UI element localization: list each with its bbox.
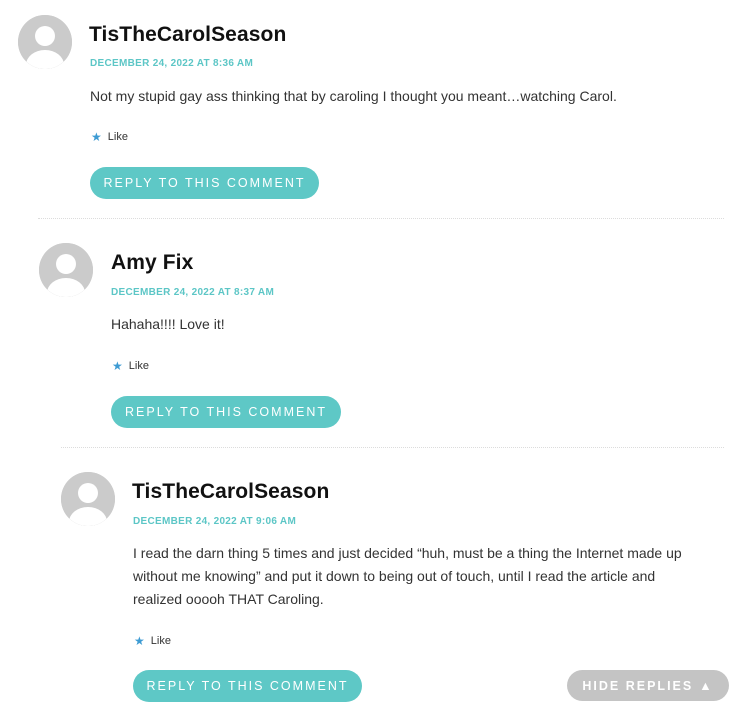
default-avatar-icon (39, 243, 93, 297)
comment-text-line: without me knowing” and put it down to b… (133, 568, 656, 584)
like-label: Like (107, 131, 128, 143)
comment-text: Hahaha!!!! Love it! (111, 316, 225, 332)
divider (38, 218, 724, 219)
divider (61, 447, 724, 448)
reply-button[interactable]: REPLY TO THIS COMMENT (90, 167, 319, 199)
reply-button[interactable]: REPLY TO THIS COMMENT (111, 396, 341, 428)
like-button[interactable]: ★ Like (91, 130, 128, 144)
hide-replies-label: HIDE REPLIES (582, 678, 694, 693)
like-label: Like (128, 360, 149, 372)
avatar[interactable] (39, 243, 93, 297)
star-icon: ★ (91, 130, 102, 144)
like-label: Like (150, 635, 171, 647)
hide-replies-button[interactable]: HIDE REPLIES ▲ (567, 670, 729, 701)
triangle-up-icon: ▲ (699, 678, 714, 693)
comment-text: Not my stupid gay ass thinking that by c… (90, 88, 617, 104)
star-icon: ★ (134, 634, 145, 648)
like-button[interactable]: ★ Like (134, 634, 171, 648)
avatar[interactable] (61, 472, 115, 526)
comment-date[interactable]: DECEMBER 24, 2022 AT 9:06 AM (133, 516, 296, 527)
reply-button[interactable]: REPLY TO THIS COMMENT (133, 670, 362, 702)
comment-author[interactable]: Amy Fix (111, 251, 193, 275)
comment-author[interactable]: TisTheCarolSeason (132, 480, 329, 504)
star-icon: ★ (112, 359, 123, 373)
comment-text-line: I read the darn thing 5 times and just d… (133, 545, 682, 561)
default-avatar-icon (61, 472, 115, 526)
avatar[interactable] (18, 15, 72, 69)
comment-author[interactable]: TisTheCarolSeason (89, 23, 286, 47)
like-button[interactable]: ★ Like (112, 359, 149, 373)
comment-date[interactable]: DECEMBER 24, 2022 AT 8:36 AM (90, 58, 253, 69)
comment-date[interactable]: DECEMBER 24, 2022 AT 8:37 AM (111, 287, 274, 298)
comment-text-line: realized ooooh THAT Caroling. (133, 591, 324, 607)
default-avatar-icon (18, 15, 72, 69)
comment-text: I read the darn thing 5 times and just d… (133, 542, 682, 611)
